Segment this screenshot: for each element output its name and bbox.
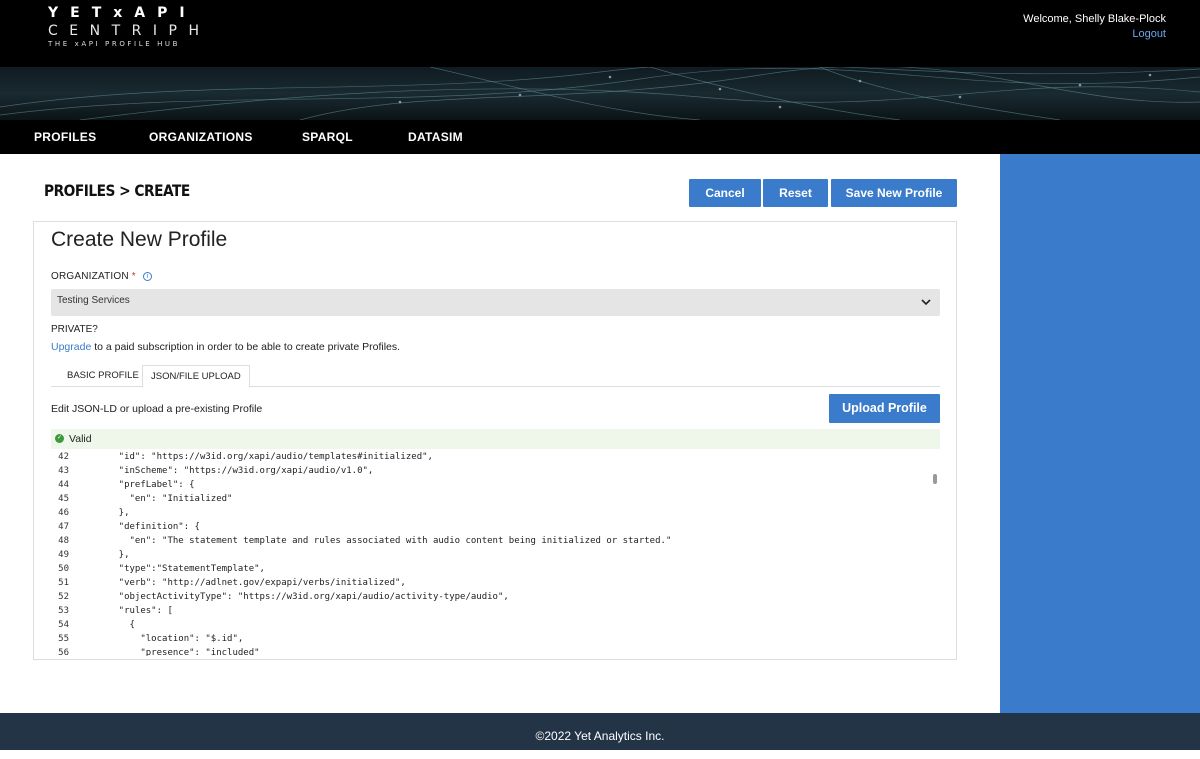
nav-profiles[interactable]: PROFILES — [34, 120, 96, 154]
right-side-panel — [1000, 154, 1200, 713]
code-text: "verb": "http://adlnet.gov/expapi/verbs/… — [97, 578, 406, 588]
tab-json-file-upload[interactable]: JSON/FILE UPLOAD — [142, 365, 250, 388]
upgrade-link[interactable]: Upgrade — [51, 341, 91, 353]
tab-basic-profile[interactable]: BASIC PROFILE — [59, 365, 147, 387]
code-text: "en": "Initialized" — [97, 494, 233, 504]
cancel-button[interactable]: Cancel — [689, 179, 761, 207]
line-number: 44 — [58, 480, 69, 490]
top-header: YETxAPI CENTRIPH THE xAPI PROFILE HUB We… — [0, 0, 1200, 67]
organization-label: ORGANIZATION * i — [51, 271, 152, 282]
code-text: }, — [97, 508, 130, 518]
logo-line-1: YETxAPI — [48, 5, 197, 21]
code-text: }, — [97, 550, 130, 560]
code-line: 42 "id": "https://w3id.org/xapi/audio/te… — [51, 450, 433, 464]
nav-sparql[interactable]: SPARQL — [302, 120, 353, 154]
code-line: 52 "objectActivityType": "https://w3id.o… — [51, 590, 509, 604]
code-line: 47 "definition": { — [51, 520, 200, 534]
code-text: "en": "The statement template and rules … — [97, 536, 672, 546]
line-number: 43 — [58, 466, 69, 476]
code-line: 46 }, — [51, 506, 130, 520]
json-editor[interactable]: 42 "id": "https://w3id.org/xapi/audio/te… — [51, 450, 940, 656]
code-text: "location": "$.id", — [97, 634, 244, 644]
code-text: { — [97, 620, 135, 630]
line-number: 51 — [58, 578, 69, 588]
hero-banner — [0, 67, 1200, 120]
nav-organizations[interactable]: ORGANIZATIONS — [149, 120, 253, 154]
validation-text: Valid — [69, 433, 92, 445]
line-number: 47 — [58, 522, 69, 532]
save-new-profile-button[interactable]: Save New Profile — [831, 179, 957, 207]
logout-link[interactable]: Logout — [1023, 27, 1166, 42]
code-line: 51 "verb": "http://adlnet.gov/expapi/ver… — [51, 576, 406, 590]
code-line: 43 "inScheme": "https://w3id.org/xapi/au… — [51, 464, 373, 478]
reset-button[interactable]: Reset — [763, 179, 828, 207]
code-line: 48 "en": "The statement template and rul… — [51, 534, 671, 548]
chevron-down-icon — [921, 299, 931, 306]
footer: ©2022 Yet Analytics Inc. — [0, 713, 1200, 750]
code-line: 49 }, — [51, 548, 130, 562]
page-title: Create New Profile — [51, 228, 228, 251]
nav-datasim[interactable]: DATASIM — [408, 120, 463, 154]
code-line: 53 "rules": [ — [51, 604, 173, 618]
user-box: Welcome, Shelly Blake-Plock Logout — [1023, 12, 1166, 42]
code-text: "type":"StatementTemplate", — [97, 564, 265, 574]
code-line: 56 "presence": "included" — [51, 646, 260, 656]
centriph-logo[interactable]: YETxAPI CENTRIPH THE xAPI PROFILE HUB — [48, 4, 210, 49]
upload-profile-button[interactable]: Upload Profile — [829, 394, 940, 423]
organization-label-text: ORGANIZATION — [51, 271, 129, 282]
upgrade-notice: Upgrade to a paid subscription in order … — [51, 341, 400, 353]
line-number: 53 — [58, 606, 69, 616]
copyright-text: ©2022 Yet Analytics Inc. — [535, 729, 665, 743]
logo-line-2: CENTRIPH — [48, 23, 211, 39]
profile-tabs: BASIC PROFILE JSON/FILE UPLOAD — [51, 365, 940, 388]
edit-instructions: Edit JSON-LD or upload a pre-existing Pr… — [51, 403, 263, 415]
code-text: "inScheme": "https://w3id.org/xapi/audio… — [97, 466, 374, 476]
editor-scrollbar[interactable] — [933, 474, 937, 484]
banner-network-graphic — [0, 67, 1200, 120]
line-number: 46 — [58, 508, 69, 518]
organization-select-value: Testing Services — [57, 295, 130, 306]
line-number: 50 — [58, 564, 69, 574]
create-profile-card: Create New Profile ORGANIZATION * i Test… — [33, 221, 957, 660]
line-number: 45 — [58, 494, 69, 504]
welcome-text: Welcome, Shelly Blake-Plock — [1023, 13, 1166, 25]
breadcrumb: PROFILES > CREATE — [44, 181, 190, 200]
private-label: PRIVATE? — [51, 324, 98, 335]
required-mark: * — [131, 271, 136, 282]
logo-tagline: THE xAPI PROFILE HUB — [48, 40, 181, 48]
line-number: 56 — [58, 648, 69, 656]
check-circle-icon: ✓ — [55, 434, 64, 443]
code-line: 45 "en": "Initialized" — [51, 492, 232, 506]
line-number: 52 — [58, 592, 69, 602]
code-line: 55 "location": "$.id", — [51, 632, 243, 646]
main-nav: PROFILES ORGANIZATIONS SPARQL DATASIM — [0, 120, 1200, 154]
validation-status: ✓ Valid — [51, 429, 940, 449]
organization-select[interactable]: Testing Services — [51, 289, 940, 316]
code-text: "rules": [ — [97, 606, 173, 616]
line-number: 54 — [58, 620, 69, 630]
upgrade-notice-text: to a paid subscription in order to be ab… — [91, 341, 401, 353]
code-text: "definition": { — [97, 522, 200, 532]
code-line: 44 "prefLabel": { — [51, 478, 195, 492]
code-text: "objectActivityType": "https://w3id.org/… — [97, 592, 509, 602]
code-line: 54 { — [51, 618, 135, 632]
line-number: 48 — [58, 536, 69, 546]
line-number: 49 — [58, 550, 69, 560]
info-icon[interactable]: i — [142, 271, 152, 281]
code-line: 50 "type":"StatementTemplate", — [51, 562, 265, 576]
line-number: 55 — [58, 634, 69, 644]
code-text: "id": "https://w3id.org/xapi/audio/templ… — [97, 452, 433, 462]
code-text: "prefLabel": { — [97, 480, 195, 490]
code-text: "presence": "included" — [97, 648, 260, 656]
line-number: 42 — [58, 452, 69, 462]
